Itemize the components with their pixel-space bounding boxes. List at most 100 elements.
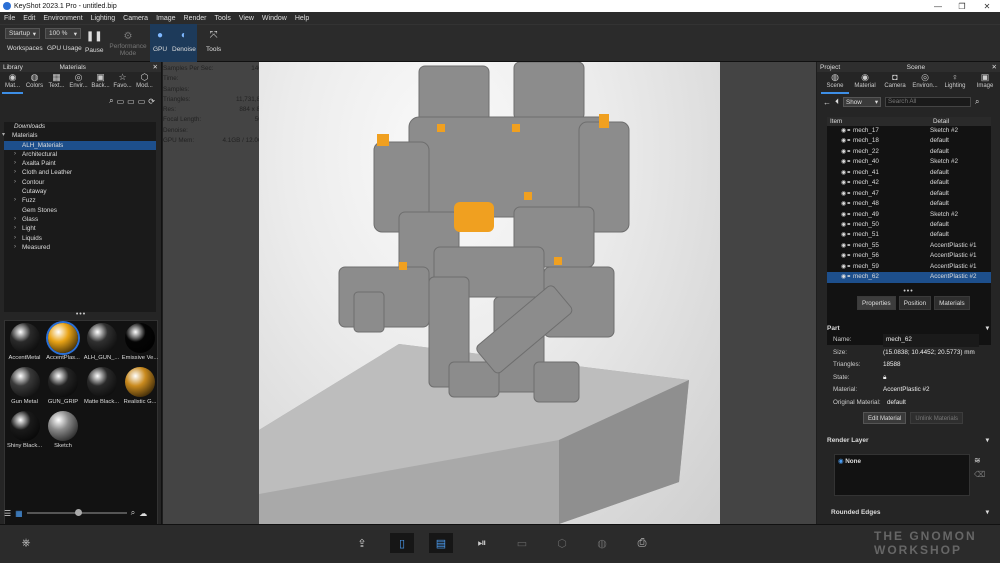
tree-item-materials[interactable]: ▾ Materials [2, 131, 156, 140]
material-thumbnail[interactable]: Gun Metal [6, 367, 43, 410]
visibility-icon[interactable]: ◉⚭ [841, 178, 851, 188]
visibility-icon[interactable]: ◉⚭ [841, 168, 851, 178]
menu-file[interactable]: File [0, 15, 19, 22]
performance-mode-button[interactable]: ⚙ Performance Mode [108, 29, 148, 58]
material-thumbnail[interactable]: AccentMetal [6, 323, 43, 366]
project-button[interactable]: ▤ [429, 533, 453, 553]
menu-tools[interactable]: Tools [211, 15, 235, 22]
part-section-header[interactable]: Part ▾ [827, 322, 992, 334]
rounded-edges-header[interactable]: Rounded Edges ▾ [831, 506, 992, 518]
gpu-usage-select[interactable]: 100 % ▾ [45, 28, 81, 39]
menu-help[interactable]: Help [291, 15, 313, 22]
animation-button[interactable]: ⏯ [470, 533, 494, 553]
configurator-button[interactable]: ⬡ [550, 533, 574, 553]
visibility-icon[interactable]: ◉⚭ [841, 210, 851, 220]
tab-colors[interactable]: ◍ Colors [24, 72, 45, 94]
render-layer-header[interactable]: Render Layer ▾ [827, 434, 992, 446]
pause-button[interactable]: ❚❚ Pause [85, 29, 103, 55]
visibility-icon[interactable]: ◉⚭ [841, 251, 851, 261]
tree-item-cutaway[interactable]: Cutaway [4, 187, 156, 196]
filter-icon[interactable]: ⏴ [835, 97, 839, 107]
visibility-icon[interactable]: ◉⚭ [841, 189, 851, 199]
table-row[interactable]: ◉⚭ mech_41 default [827, 168, 991, 178]
material-thumbnail[interactable]: GUN_GRIP [45, 367, 82, 410]
menu-view[interactable]: View [235, 15, 258, 22]
tools-button[interactable]: ⤧ Tools [206, 28, 221, 54]
workspace-select[interactable]: Startup ▾ [5, 28, 40, 39]
visibility-icon[interactable]: ◉⚭ [841, 157, 851, 167]
visibility-icon[interactable]: ◉⚭ [841, 230, 851, 240]
material-thumbnail[interactable]: Matte Black... [83, 367, 120, 410]
table-row[interactable]: ◉⚭ mech_56 AccentPlastic #1 [827, 251, 991, 261]
tree-item-alh-materials[interactable]: ALH_Materials [4, 140, 156, 150]
menu-render[interactable]: Render [180, 15, 211, 22]
close-window-button[interactable]: ✕ [975, 0, 999, 12]
show-select[interactable]: Show ▾ [843, 97, 881, 107]
new-folder-icon[interactable]: ▭ [127, 97, 135, 106]
maximize-button[interactable]: ❐ [950, 0, 974, 12]
tab-material[interactable]: ◉ Material [851, 72, 879, 94]
unlink-materials-button[interactable]: Unlink Materials [910, 412, 964, 424]
tab-properties[interactable]: Properties [857, 296, 896, 310]
radio-icon[interactable]: ◉ [838, 458, 844, 465]
material-thumbnail[interactable]: ALH_GUN_... [83, 323, 120, 366]
tab-materials[interactable]: Materials [934, 296, 970, 310]
visibility-icon[interactable]: ◉⚭ [841, 241, 851, 251]
cloud-icon[interactable]: ☁ [139, 509, 147, 518]
tree-item-liquids[interactable]: › Liquids [4, 234, 156, 243]
table-row[interactable]: ◉⚭ mech_40 Sketch #2 [827, 157, 991, 167]
tree-item-architectural[interactable]: › Architectural [4, 150, 156, 159]
table-row[interactable]: ◉⚭ mech_59 AccentPlastic #1 [827, 262, 991, 272]
import-button[interactable]: ⇪ [350, 533, 374, 553]
refresh-icon[interactable]: ⟳ [148, 97, 155, 106]
render-button[interactable]: ⎙ [630, 533, 654, 553]
back-icon[interactable]: ← [823, 98, 831, 107]
tab-environments[interactable]: ◎ Envir... [68, 72, 89, 94]
tab-models[interactable]: ⬡ Mod... [134, 72, 155, 94]
table-row[interactable]: ◉⚭ mech_50 default [827, 220, 991, 230]
tab-materials[interactable]: ◉ Mat... [2, 72, 23, 94]
search-icon[interactable]: ⌕ [975, 97, 979, 107]
visibility-icon[interactable]: ◉⚭ [841, 262, 851, 272]
close-icon[interactable]: ✕ [153, 63, 158, 71]
table-row[interactable]: ◉⚭ mech_42 default [827, 178, 991, 188]
tree-item-axalta-paint[interactable]: › Axalta Paint [4, 159, 156, 168]
tree-item-contour[interactable]: › Contour [4, 178, 156, 187]
menu-camera[interactable]: Camera [119, 15, 152, 22]
table-row[interactable]: ◉⚭ mech_22 default [827, 147, 991, 157]
splitter-handle[interactable]: ••• [817, 288, 1000, 295]
search-icon[interactable]: ⌕ [131, 508, 135, 518]
web-button[interactable]: ◍ [590, 533, 614, 553]
scene-search-input[interactable]: Search All [885, 97, 971, 107]
menu-image[interactable]: Image [152, 15, 179, 22]
library-button[interactable]: ▯ [390, 533, 414, 553]
cloud-library-icon[interactable]: ⎈ [14, 533, 38, 553]
keyshotxr-button[interactable]: ▭ [510, 533, 534, 553]
list-view-icon[interactable]: ☰ [4, 509, 11, 518]
edit-material-button[interactable]: Edit Material [863, 412, 907, 424]
tab-favorites[interactable]: ☆ Favo... [112, 72, 133, 94]
gpu-toggle[interactable]: ● GPU [153, 28, 167, 54]
part-name-field[interactable]: mech_62 [883, 334, 979, 347]
table-row[interactable]: ◉⚭ mech_47 default [827, 189, 991, 199]
search-icon[interactable]: ⌕ [109, 96, 113, 106]
visibility-icon[interactable]: ◉⚭ [841, 126, 851, 136]
render-layer-none[interactable]: None [845, 458, 861, 465]
tab-position[interactable]: Position [898, 296, 932, 310]
tree-item-downloads[interactable]: Downloads [4, 122, 156, 131]
material-thumbnail[interactable]: Shiny Black... [6, 411, 43, 454]
folder-icon[interactable]: ▭ [117, 97, 125, 106]
table-row[interactable]: ◉⚭ mech_62 AccentPlastic #2 [827, 272, 991, 283]
menu-environment[interactable]: Environment [39, 15, 86, 22]
tab-camera[interactable]: ◘ Camera [881, 72, 909, 94]
render-viewport[interactable]: Samples Per Sec:146.6 Time:0s Samples:46 Tr… [163, 61, 816, 524]
visibility-icon[interactable]: ◉⚭ [841, 136, 851, 146]
visibility-icon[interactable]: ◉⚭ [841, 147, 851, 157]
table-row[interactable]: ◉⚭ mech_18 default [827, 136, 991, 146]
material-thumbnail[interactable]: Sketch [45, 411, 82, 454]
tree-item-gem-stones[interactable]: Gem Stones [4, 206, 156, 215]
splitter-handle[interactable]: ••• [0, 311, 162, 318]
table-row[interactable]: ◉⚭ mech_48 default [827, 199, 991, 209]
thumbnail-size-slider[interactable] [26, 509, 127, 516]
material-thumbnail[interactable]: AccentPlas... [45, 323, 82, 366]
